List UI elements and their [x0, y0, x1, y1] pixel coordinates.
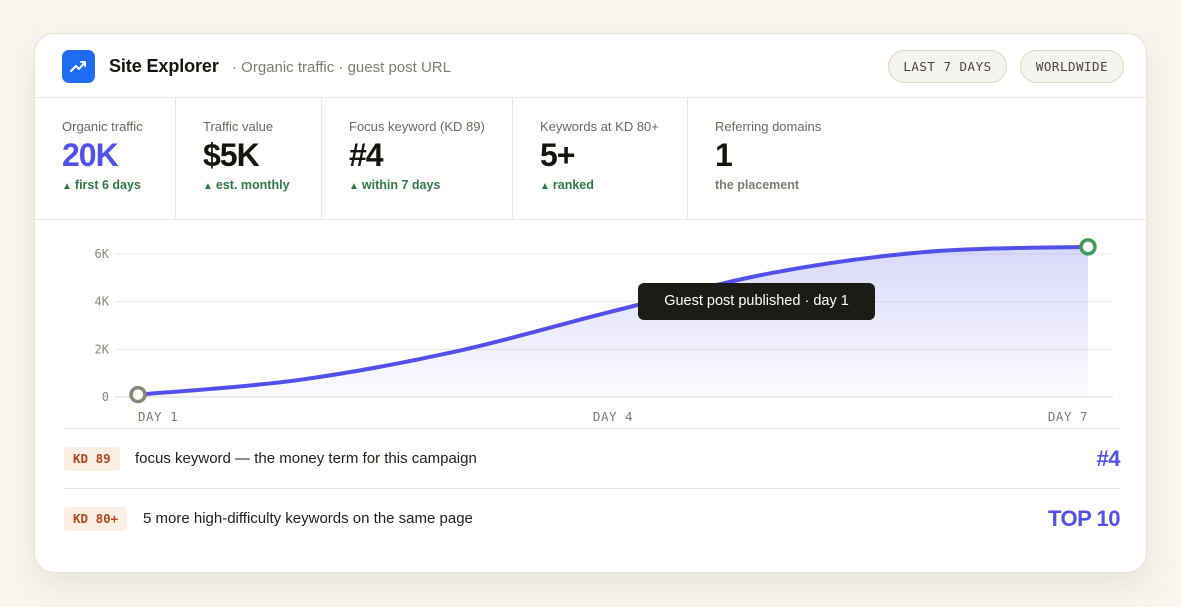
kd-badge: KD 89 [64, 447, 120, 471]
metric-keywords-kd80: Keywords at KD 80+ 5+ ▲ ranked [512, 98, 687, 220]
series-area [138, 246, 1088, 397]
end-point-marker [1079, 238, 1097, 256]
metric-label: Traffic value [203, 119, 274, 134]
keyword-row-text: focus keyword — the money term for this … [135, 450, 477, 467]
metric-value: $5K [203, 137, 260, 173]
kd-badge: KD 80+ [64, 507, 128, 531]
keyword-row: KD 80+ 5 more high-difficulty keywords o… [63, 488, 1121, 548]
card-header: Site Explorer · Organic traffic · guest … [35, 34, 1146, 98]
up-arrow-icon: ▲ [349, 181, 359, 192]
start-point-marker [129, 385, 147, 404]
metric-note: ▲ est. monthly [203, 178, 290, 192]
metric-note: ▲ first 6 days [62, 178, 141, 192]
y-tick-label: 2K [95, 342, 110, 356]
metric-focus-keyword: Focus keyword (KD 89) #4 ▲ within 7 days [321, 98, 512, 220]
metric-referring-domains: Referring domains 1 the placement [687, 98, 1146, 220]
y-tick-label: 4K [95, 295, 110, 309]
metric-value: 20K [62, 137, 119, 173]
up-arrow-icon: ▲ [540, 181, 550, 192]
x-tick-label: DAY 1 [138, 409, 178, 424]
chart-annotation-tooltip: Guest post published · day 1 [638, 283, 875, 320]
metric-label: Keywords at KD 80+ [540, 119, 659, 134]
app-title: Site Explorer [109, 56, 219, 76]
trend-line-icon [62, 50, 95, 83]
metric-organic-traffic: Organic traffic 20K ▲ first 6 days [35, 98, 175, 220]
metric-note: ▲ ranked [540, 178, 594, 192]
metric-label: Organic traffic [62, 119, 143, 134]
metric-value: #4 [349, 137, 384, 173]
traffic-chart-svg: 0 2K 4K 6K DAY 1 DAY 4 DAY 7 [95, 238, 1113, 424]
x-tick-label: DAY 4 [593, 409, 633, 424]
metrics-strip: Organic traffic 20K ▲ first 6 days Traffi… [35, 98, 1146, 220]
metric-traffic-value: Traffic value $5K ▲ est. monthly [175, 98, 321, 220]
metric-value: 5+ [540, 137, 575, 173]
up-arrow-icon: ▲ [62, 181, 72, 192]
y-tick-label: 0 [102, 390, 109, 404]
metric-note: ▲ within 7 days [349, 178, 441, 192]
keyword-row: KD 89 focus keyword — the money term for… [63, 428, 1121, 488]
region-button[interactable]: WORLDWIDE [1020, 50, 1124, 83]
site-explorer-card: Site Explorer · Organic traffic · guest … [34, 33, 1147, 573]
x-tick-label: DAY 7 [1048, 409, 1088, 424]
traffic-chart: 0 2K 4K 6K DAY 1 DAY 4 DAY 7 Guest post publis… [35, 220, 1146, 428]
metric-label: Focus keyword (KD 89) [349, 119, 485, 134]
up-arrow-icon: ▲ [203, 181, 213, 192]
app-subtitle: · Organic traffic · guest post URL [232, 59, 451, 76]
date-range-button[interactable]: LAST 7 DAYS [888, 50, 1007, 83]
metric-note: the placement [715, 178, 800, 192]
metric-label: Referring domains [715, 119, 822, 134]
y-tick-label: 6K [95, 247, 110, 261]
metric-value: 1 [715, 137, 733, 173]
keyword-row-value: TOP 10 [1047, 506, 1121, 531]
keyword-row-value: #4 [1096, 446, 1121, 471]
keyword-row-text: 5 more high-difficulty keywords on the s… [143, 510, 473, 527]
